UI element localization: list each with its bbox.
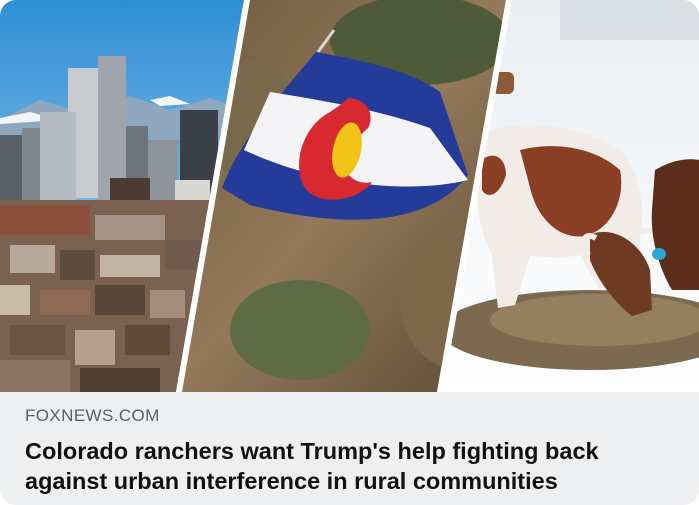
headline[interactable]: Colorado ranchers want Trump's help figh… [25, 436, 685, 496]
preview-image-collage[interactable] [0, 0, 699, 392]
source-domain: FOXNEWS.COM [25, 406, 160, 425]
link-preview-card[interactable]: FOXNEWS.COM Colorado ranchers want Trump… [0, 0, 699, 505]
